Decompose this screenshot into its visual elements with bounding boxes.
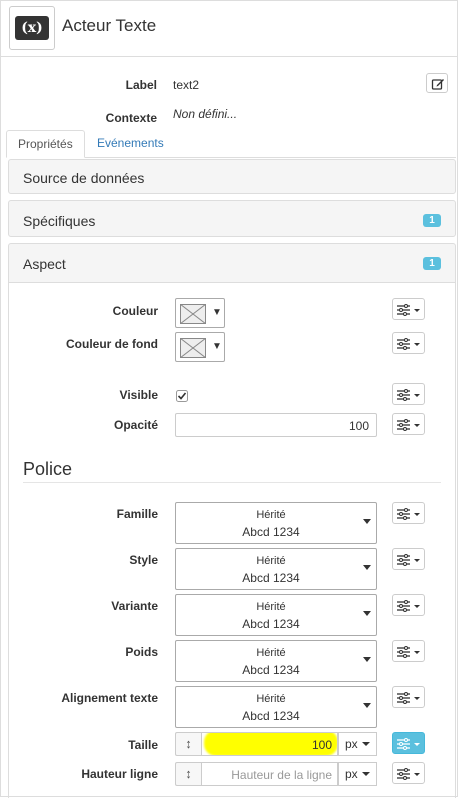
contexte-value: Non défini... <box>173 107 238 121</box>
couleur-label: Couleur <box>112 304 158 318</box>
divider <box>1 56 458 57</box>
panel-aspect[interactable]: Aspect 1 <box>8 243 456 283</box>
variante-options-button[interactable] <box>392 594 425 616</box>
vertical-resize-icon: ↕ <box>175 732 201 756</box>
alignement-options-button[interactable] <box>392 686 425 708</box>
sliders-icon <box>397 646 420 658</box>
taille-label: Taille <box>128 738 158 752</box>
chevron-down-icon: ▼ <box>212 341 222 352</box>
label-value: text2 <box>173 78 200 92</box>
divider <box>23 482 441 483</box>
section-heading: Police <box>23 459 73 479</box>
chevron-down-icon <box>363 611 371 616</box>
variante-label: Variante <box>111 599 158 613</box>
alignement-select[interactable]: Hérité Abcd 1234 <box>175 686 377 728</box>
count-badge: 1 <box>423 214 441 227</box>
chevron-down-icon <box>363 657 371 662</box>
select-value-line2: Abcd 1234 <box>242 709 300 723</box>
alignement-label: Alignement texte <box>61 691 158 705</box>
sliders-icon <box>397 692 420 704</box>
taille-value: 100 <box>311 738 332 752</box>
hauteur-ligne-placeholder: Hauteur de la ligne <box>231 768 332 782</box>
variante-select[interactable]: Hérité Abcd 1234 <box>175 594 377 636</box>
color-picker[interactable]: ▼ <box>175 298 225 328</box>
chevron-down-icon <box>363 519 371 524</box>
select-value-line1: Hérité <box>256 647 286 659</box>
tab-proprietes[interactable]: Propriétés <box>6 130 85 158</box>
header: (x) Acteur Texte <box>1 1 458 56</box>
poids-label: Poids <box>125 645 158 659</box>
no-color-icon <box>180 304 206 324</box>
famille-label: Famille <box>116 507 158 521</box>
taille-input[interactable]: 100 <box>201 732 338 756</box>
visible-checkbox[interactable] <box>176 390 188 402</box>
select-value-line1: Hérité <box>256 601 286 613</box>
taille-options-button[interactable] <box>392 732 425 754</box>
select-value-line1: Hérité <box>256 693 286 705</box>
edit-button[interactable] <box>426 73 448 93</box>
taille-unit-select[interactable]: px <box>338 732 377 756</box>
hauteur-options-button[interactable] <box>392 762 425 784</box>
poids-options-button[interactable] <box>392 640 425 662</box>
select-value-line2: Abcd 1234 <box>242 525 300 539</box>
sliders-icon <box>397 389 420 401</box>
couleur-options-button[interactable] <box>392 298 425 320</box>
edit-icon <box>431 79 444 90</box>
couleur-fond-options-button[interactable] <box>392 332 425 354</box>
visible-label: Visible <box>119 388 158 402</box>
sliders-icon <box>397 338 420 350</box>
hauteur-ligne-label: Hauteur ligne <box>81 767 158 781</box>
sliders-icon <box>397 600 420 612</box>
select-value-line2: Abcd 1234 <box>242 571 300 585</box>
famille-select[interactable]: Hérité Abcd 1234 <box>175 502 377 544</box>
style-select[interactable]: Hérité Abcd 1234 <box>175 548 377 590</box>
variable-icon: (x) <box>9 6 55 50</box>
sliders-icon <box>397 419 420 431</box>
chevron-down-icon <box>363 565 371 570</box>
select-value-line1: Hérité <box>256 509 286 521</box>
hauteur-ligne-input[interactable]: Hauteur de la ligne <box>201 762 338 786</box>
tab-bar: Propriétés Evénements <box>6 130 456 158</box>
select-value-line2: Abcd 1234 <box>242 663 300 677</box>
page-title: Acteur Texte <box>62 16 157 35</box>
opacite-value: 100 <box>348 419 369 433</box>
sliders-icon <box>397 768 420 780</box>
style-label: Style <box>129 553 158 567</box>
label-label: Label <box>125 78 157 92</box>
select-value-line2: Abcd 1234 <box>242 617 300 631</box>
panel-title: Aspect <box>23 256 66 272</box>
tab-evenements[interactable]: Evénements <box>86 130 175 158</box>
panel-title: Spécifiques <box>23 213 96 229</box>
poids-select[interactable]: Hérité Abcd 1234 <box>175 640 377 682</box>
no-color-icon <box>180 338 206 358</box>
vertical-resize-icon: ↕ <box>175 762 201 786</box>
chevron-down-icon <box>362 742 370 746</box>
visible-options-button[interactable] <box>392 383 425 405</box>
unit-value: px <box>345 767 358 781</box>
panel-source-donnees[interactable]: Source de données <box>8 159 456 194</box>
contexte-label: Contexte <box>105 111 157 125</box>
sliders-icon <box>397 508 420 520</box>
select-value-line1: Hérité <box>256 555 286 567</box>
opacite-input[interactable]: 100 <box>175 413 377 437</box>
famille-options-button[interactable] <box>392 502 425 524</box>
chevron-down-icon <box>362 772 370 776</box>
unit-value: px <box>345 737 358 751</box>
properties-panel: (x) Acteur Texte Label text2 Contexte No… <box>0 0 458 798</box>
opacite-options-button[interactable] <box>392 413 425 435</box>
chevron-down-icon <box>363 703 371 708</box>
panel-specifiques[interactable]: Spécifiques 1 <box>8 200 456 237</box>
chevron-down-icon: ▼ <box>212 307 222 318</box>
opacite-label: Opacité <box>113 418 158 432</box>
variable-icon-text: (x) <box>15 16 49 40</box>
sliders-icon <box>397 304 420 316</box>
background-color-picker[interactable]: ▼ <box>175 332 225 362</box>
style-options-button[interactable] <box>392 548 425 570</box>
sliders-icon <box>397 738 420 750</box>
hauteur-unit-select[interactable]: px <box>338 762 377 786</box>
couleur-fond-label: Couleur de fond <box>66 337 158 351</box>
panel-title: Source de données <box>23 170 145 186</box>
count-badge: 1 <box>423 257 441 270</box>
sliders-icon <box>397 554 420 566</box>
